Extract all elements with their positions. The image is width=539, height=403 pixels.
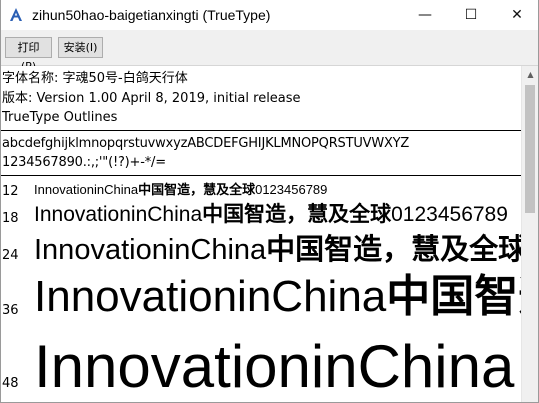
sample-size-label: 36 — [2, 303, 19, 318]
sample-latin: InnovationinChina — [34, 182, 139, 197]
separator-bottom — [1, 175, 521, 176]
minimize-icon: — — [418, 7, 432, 23]
sample-latin: InnovationinChina — [34, 234, 267, 266]
title-bar[interactable]: zihun50hao-baigetianxingti (TrueType) — … — [1, 0, 538, 30]
sample-row-12: InnovationinChina中国智造，慧及全球0123456789 — [34, 183, 327, 197]
install-button[interactable]: 安装(I) — [58, 37, 103, 58]
charset-letters: abcdefghijklmnopqrstuvwxyzABCDEFGHIJKLMN… — [2, 136, 410, 151]
sample-row-24: InnovationinChina中国智造，慧及全球 — [34, 235, 527, 265]
chevron-up-icon: ▲ — [527, 70, 534, 79]
vertical-scrollbar[interactable]: ▲ — [521, 66, 538, 402]
sample-size-label: 48 — [2, 376, 19, 391]
scrollbar-thumb[interactable] — [525, 85, 535, 213]
sample-cjk: 中国智造 — [386, 271, 538, 322]
font-name-line: 字体名称: 字魂50号-白鸽天行体 — [2, 71, 188, 86]
sample-row-48: InnovationinChina — [34, 337, 514, 397]
sample-digits: 0123456789 — [255, 182, 328, 197]
charset-digits: 1234567890.:,;'"(!?)+-*/= — [2, 155, 166, 170]
close-icon: ✕ — [511, 7, 523, 23]
minimize-button[interactable]: — — [402, 0, 448, 30]
close-button[interactable]: ✕ — [494, 0, 538, 30]
outline-type-line: TrueType Outlines — [2, 110, 118, 125]
sample-cjk: 中国智造，慧及全球 — [202, 201, 392, 226]
print-button[interactable]: 打印(P) — [5, 37, 52, 73]
sample-latin: InnovationinChina — [34, 272, 387, 321]
sample-cjk: 中国智造，慧及全球 — [266, 232, 528, 266]
sample-row-36: InnovationinChina中国智造 — [34, 272, 538, 321]
maximize-icon: ☐ — [464, 7, 478, 23]
sample-latin: InnovationinChina — [34, 333, 515, 400]
sample-digits: 0123456789 — [391, 203, 508, 226]
window-title: zihun50hao-baigetianxingti (TrueType) — [32, 7, 271, 23]
sample-row-18: InnovationinChina中国智造，慧及全球0123456789 — [34, 203, 508, 225]
sample-size-label: 24 — [2, 248, 19, 263]
font-preview-area: 字体名称: 字魂50号-白鸽天行体 版本: Version 1.00 April… — [1, 66, 538, 402]
sample-size-label: 18 — [2, 211, 19, 226]
version-line: 版本: Version 1.00 April 8, 2019, initial … — [2, 91, 301, 106]
sample-cjk: 中国智造，慧及全球 — [138, 183, 256, 198]
font-viewer-window: zihun50hao-baigetianxingti (TrueType) — … — [0, 0, 539, 403]
maximize-button[interactable]: ☐ — [448, 0, 494, 30]
toolbar: 打印(P) 安装(I) — [1, 30, 538, 73]
font-file-icon — [10, 8, 22, 21]
separator-top — [1, 130, 521, 131]
scroll-up-button[interactable]: ▲ — [522, 66, 538, 83]
sample-size-label: 12 — [2, 184, 19, 199]
sample-latin: InnovationinChina — [34, 203, 203, 226]
